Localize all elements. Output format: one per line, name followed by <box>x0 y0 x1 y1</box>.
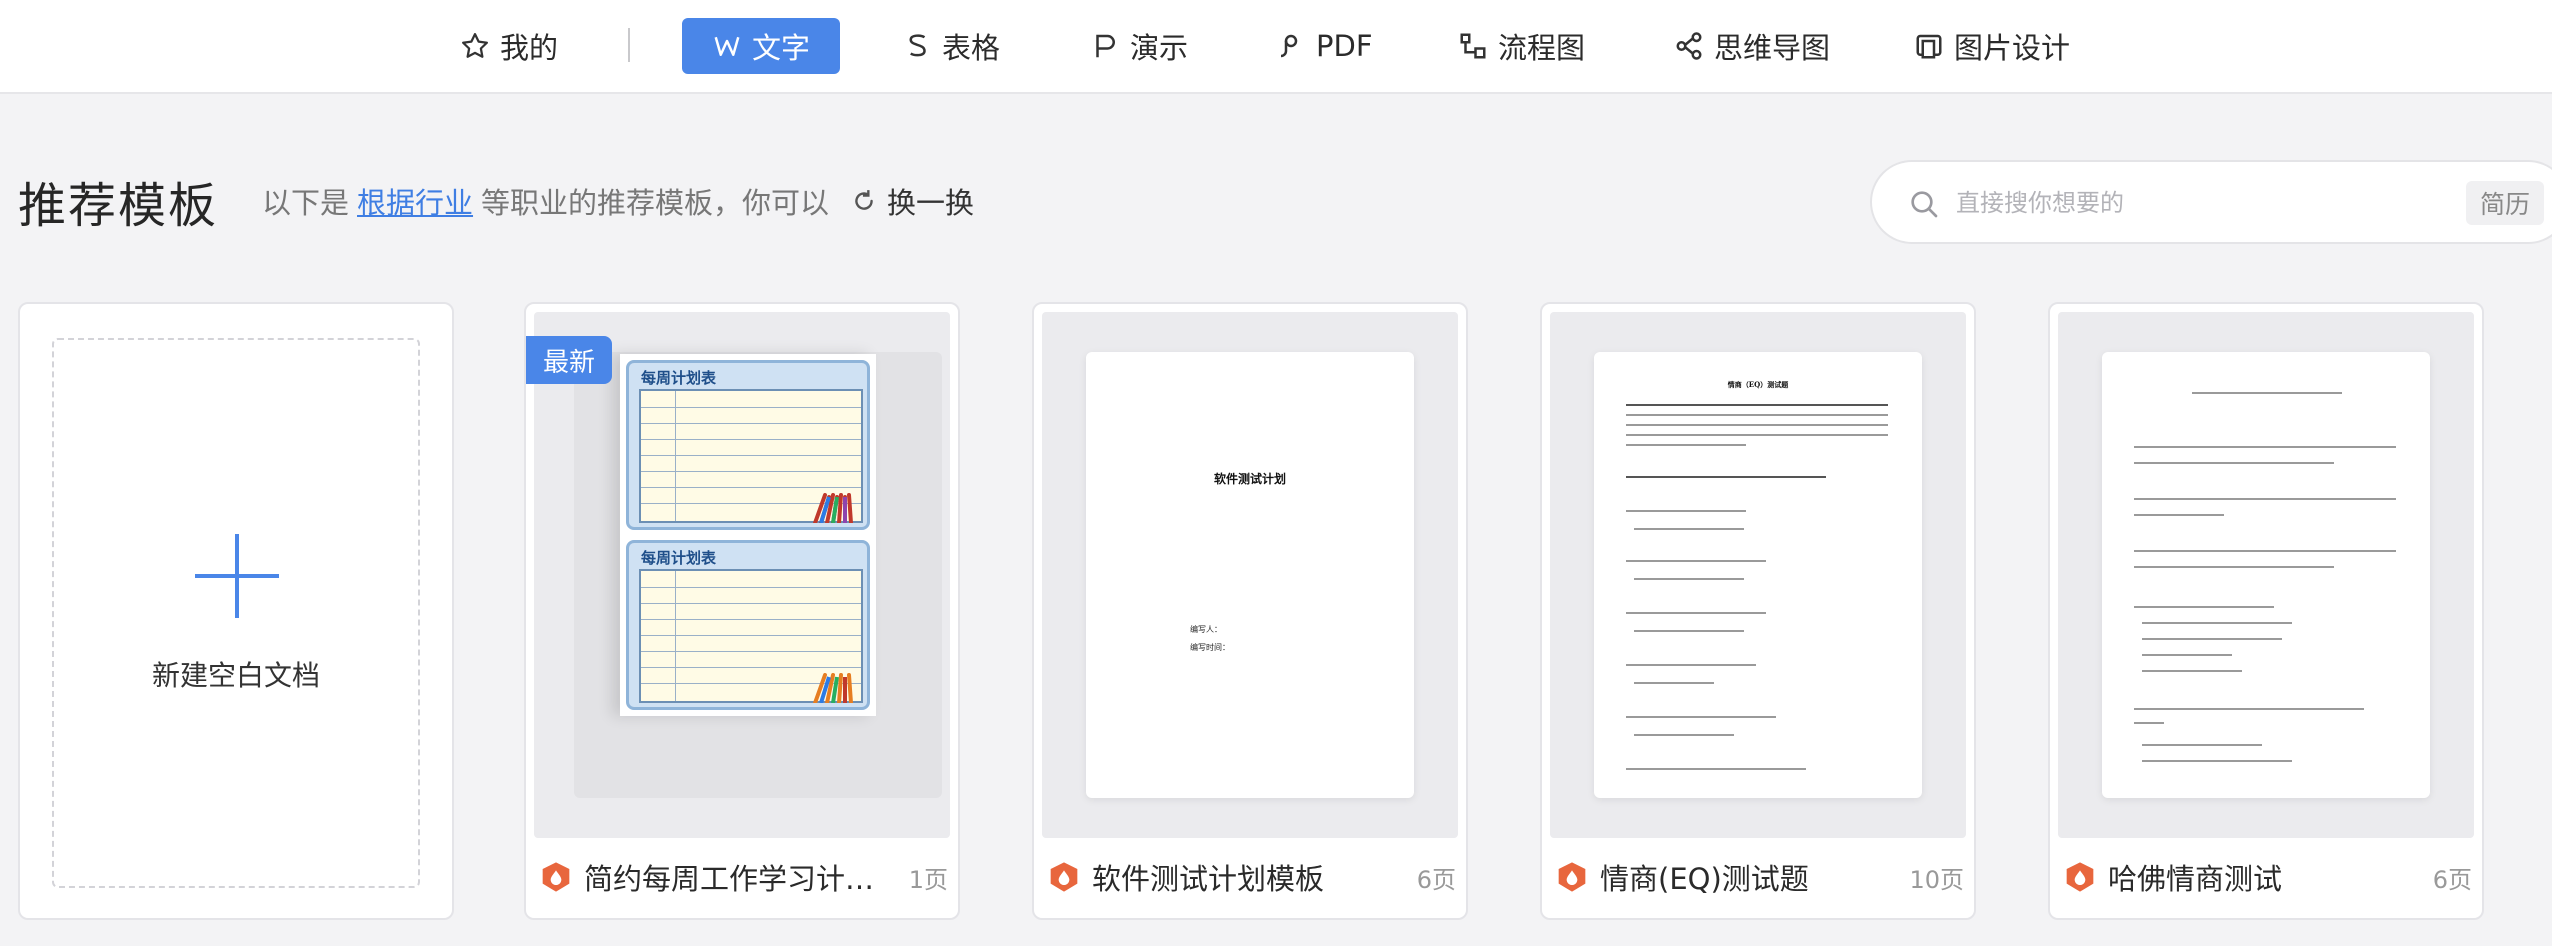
template-pages: 6页 <box>2432 865 2472 894</box>
plan-title: 每周计划表 <box>641 549 717 567</box>
refresh-label: 换一换 <box>887 186 975 220</box>
app-shield-icon <box>1050 862 1078 892</box>
page-title: 推荐模板 <box>18 178 219 234</box>
new-blank-doc-label: 新建空白文档 <box>151 659 320 692</box>
sheet-icon <box>909 34 926 57</box>
recommend-subtitle: 以下是 根据行业 等职业的推荐模板，你可以 换一换 <box>262 180 974 222</box>
nav-item-label: 文字 <box>752 31 811 65</box>
nav-item-text[interactable]: 文字 <box>682 18 841 74</box>
top-nav: 我的 文字 表格 演示 PDF 流程图 思维导图 图片设计 <box>0 0 2552 94</box>
template-name: 情商(EQ)测试题 <box>1600 862 1809 896</box>
image-design-icon <box>1916 34 1942 59</box>
plus-icon <box>195 534 279 618</box>
nav-item-label: 图片设计 <box>1954 31 2071 65</box>
weekly-plan-preview: 每周计划表 每周计划表 <box>620 354 876 716</box>
new-badge: 最新 <box>526 336 612 384</box>
nav-item-mindmap[interactable]: 思维导图 <box>1674 18 1830 74</box>
search-input[interactable] <box>1956 182 2316 224</box>
star-icon <box>462 33 488 58</box>
flowchart-icon <box>1460 33 1486 59</box>
subtitle-suffix: 等职业的推荐模板，你可以 <box>481 186 830 220</box>
template-pages: 6页 <box>1416 865 1456 894</box>
doc-preview-title: 软件测试计划 <box>1213 472 1286 486</box>
template-name: 软件测试计划模板 <box>1092 862 1325 896</box>
slides-icon <box>1096 34 1115 58</box>
nav-divider <box>628 28 630 62</box>
template-caption: 简约每周工作学习计… 1页 <box>540 852 948 902</box>
template-name: 简约每周工作学习计… <box>584 862 875 896</box>
nav-item-slides[interactable]: 演示 <box>1090 18 1188 74</box>
nav-item-label: 思维导图 <box>1714 31 1831 65</box>
template-card[interactable]: 每周计划表 每周计划表 最新 简约每周工作学习计… 1页 <box>524 302 960 920</box>
template-caption: 软件测试计划模板 6页 <box>1048 852 1456 902</box>
doc-preview-field: 编写时间： <box>1190 643 1230 652</box>
template-thumbnail: 情商（EQ）测试题 <box>1550 312 1966 838</box>
subtitle-prefix: 以下是 <box>262 186 350 220</box>
template-thumbnail: 软件测试计划 编写人： 编写时间： <box>1042 312 1458 838</box>
document-preview <box>2102 352 2430 798</box>
doc-preview-field: 编写人： <box>1190 625 1222 634</box>
plan-title: 每周计划表 <box>641 369 717 387</box>
app-shield-icon <box>2066 862 2094 892</box>
search-tag-resume[interactable]: 简历 <box>2466 181 2545 225</box>
pencils-icon <box>813 493 853 523</box>
template-card[interactable]: 哈佛情商测试 6页 <box>2048 302 2484 920</box>
nav-item-label: PDF <box>1316 29 1373 63</box>
document-preview: 情商（EQ）测试题 <box>1594 352 1922 798</box>
nav-item-flowchart[interactable]: 流程图 <box>1458 18 1585 74</box>
plan-sheet: 每周计划表 <box>626 360 870 530</box>
nav-item-label: 表格 <box>942 31 1001 65</box>
nav-item-pdf[interactable]: PDF <box>1276 18 1373 74</box>
template-name: 哈佛情商测试 <box>2108 862 2283 896</box>
template-caption: 情商(EQ)测试题 10页 <box>1556 852 1964 902</box>
pdf-icon <box>1280 34 1298 58</box>
nav-item-label: 我的 <box>500 31 559 65</box>
search-box[interactable]: 简历 <box>1870 160 2552 244</box>
app-shield-icon <box>542 862 570 892</box>
template-pages: 1页 <box>908 865 948 894</box>
pencils-icon <box>813 673 853 703</box>
nav-item-label: 演示 <box>1130 31 1189 65</box>
search-icon <box>1911 191 1938 218</box>
refresh-button[interactable]: 换一换 <box>851 180 974 222</box>
template-thumbnail <box>2058 312 2474 838</box>
plan-sheet: 每周计划表 <box>626 540 870 710</box>
nav-item-sheet[interactable]: 表格 <box>902 18 1000 74</box>
word-icon <box>714 36 740 56</box>
document-preview: 软件测试计划 编写人： 编写时间： <box>1086 352 1414 798</box>
industry-link[interactable]: 根据行业 <box>357 180 473 222</box>
template-card[interactable]: 情商（EQ）测试题 情商(EQ)测试题 10页 <box>1540 302 1976 920</box>
refresh-icon <box>855 190 873 210</box>
template-thumbnail: 每周计划表 每周计划表 <box>534 312 950 838</box>
new-blank-doc-card[interactable]: 新建空白文档 <box>18 302 454 920</box>
nav-item-image-design[interactable]: 图片设计 <box>1914 18 2070 74</box>
doc-preview-title: 情商（EQ）测试题 <box>1727 380 1789 389</box>
app-shield-icon <box>1558 862 1586 892</box>
template-card[interactable]: 软件测试计划 编写人： 编写时间： 软件测试计划模板 6页 <box>1032 302 1468 920</box>
nav-item-label: 流程图 <box>1498 31 1586 65</box>
nav-item-mine[interactable]: 我的 <box>460 18 558 74</box>
mindmap-icon <box>1676 32 1702 60</box>
template-pages: 10页 <box>1909 865 1964 894</box>
template-caption: 哈佛情商测试 6页 <box>2064 852 2472 902</box>
